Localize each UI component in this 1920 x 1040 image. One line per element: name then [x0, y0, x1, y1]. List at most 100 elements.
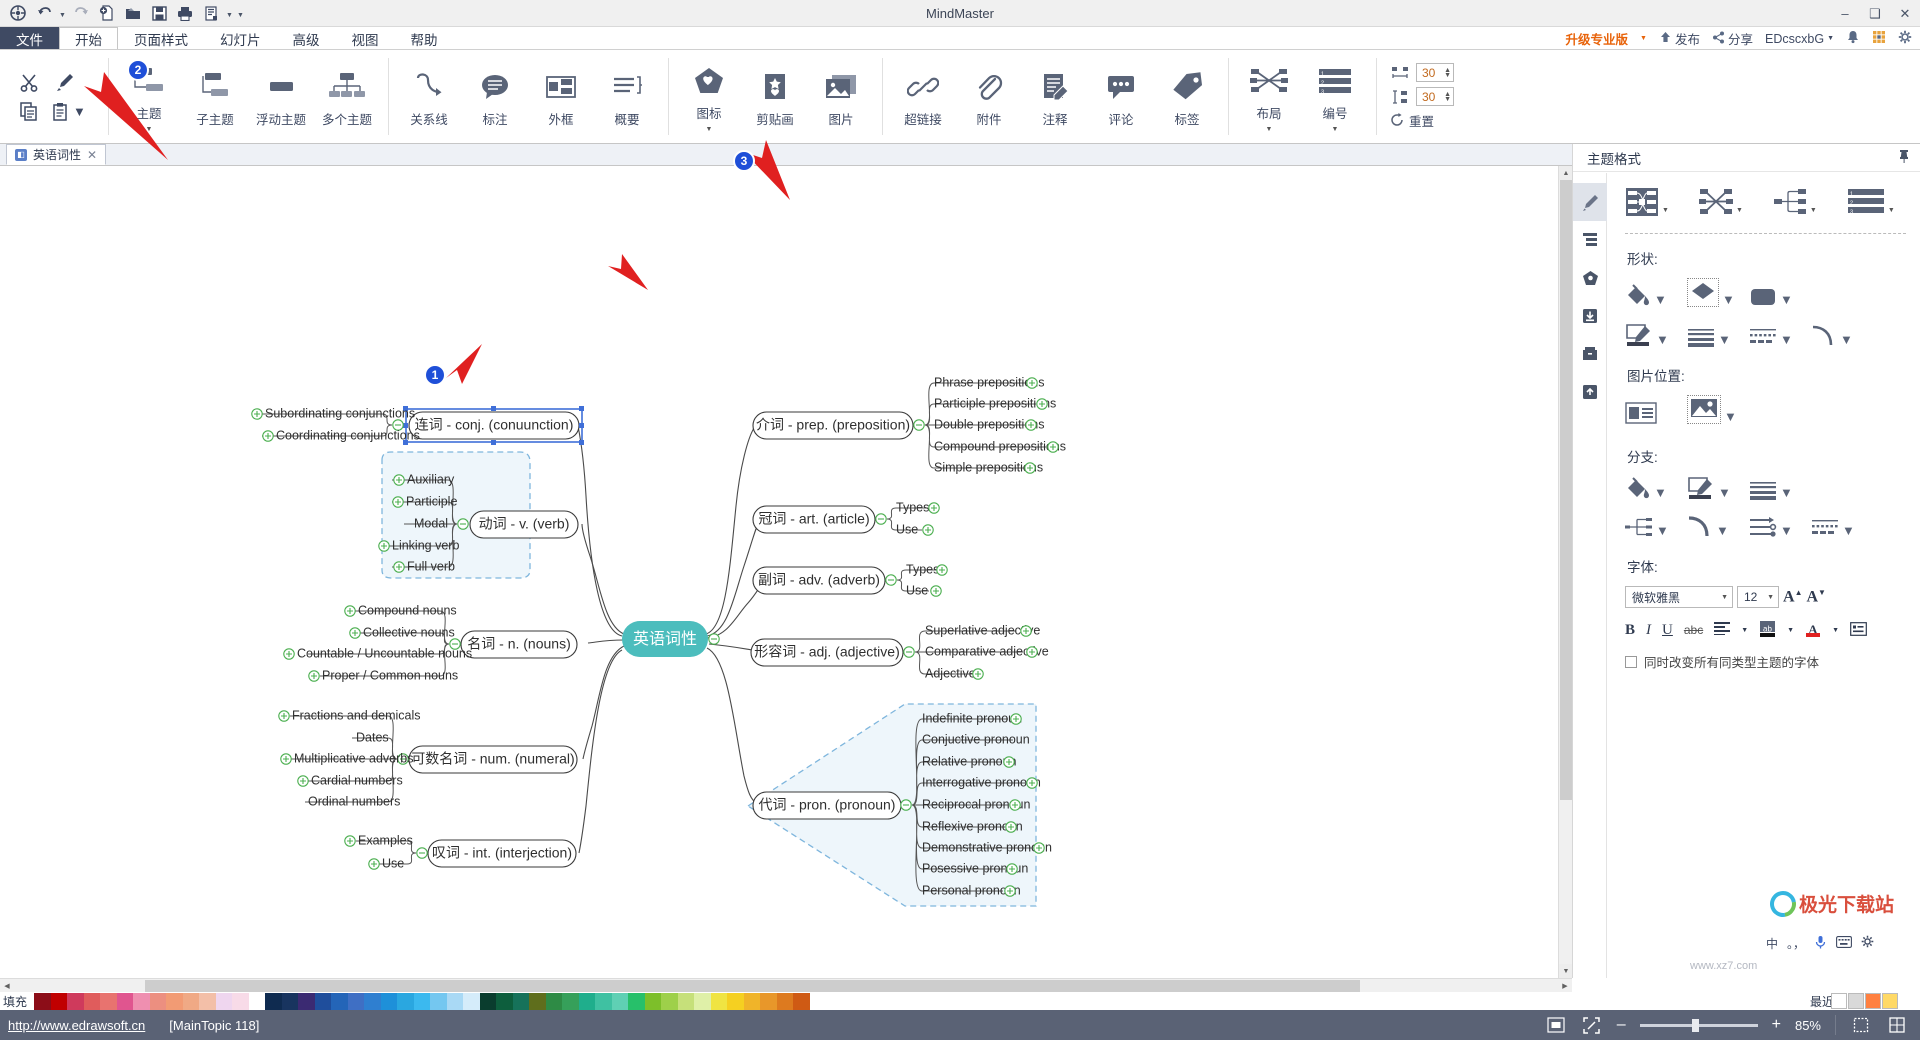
- summary-button[interactable]: 概要: [594, 50, 660, 143]
- theme-layout-icon[interactable]: ▼: [1625, 187, 1669, 217]
- color-swatch-38[interactable]: [661, 992, 678, 1010]
- expand-icon[interactable]: [1025, 419, 1037, 431]
- color-swatch-11[interactable]: [215, 992, 232, 1010]
- expand-icon[interactable]: [297, 775, 309, 787]
- node-center[interactable]: 英语词性: [622, 621, 720, 657]
- recent-color-swatch-1[interactable]: [1848, 993, 1864, 1009]
- branch-arrow-caret[interactable]: ▼: [1780, 523, 1793, 538]
- redo-icon[interactable]: [69, 2, 93, 24]
- color-swatch-19[interactable]: [347, 992, 364, 1010]
- print-icon[interactable]: [173, 2, 197, 24]
- color-swatch-16[interactable]: [298, 992, 315, 1010]
- color-swatch-21[interactable]: [380, 992, 397, 1010]
- insert-topic-button[interactable]: 主题 ▼: [116, 50, 182, 143]
- numbering-layout-icon[interactable]: 1 2 3 ▼: [1847, 187, 1895, 217]
- collapse-interjection-icon[interactable]: [416, 847, 428, 859]
- export-tool[interactable]: [1573, 297, 1607, 335]
- branch-style-caret[interactable]: ▼: [1718, 485, 1731, 500]
- font-shrink-icon[interactable]: A▼: [1806, 588, 1825, 606]
- apps-grid-icon[interactable]: [1872, 30, 1886, 47]
- save-icon[interactable]: [147, 2, 171, 24]
- color-swatch-8[interactable]: [166, 992, 183, 1010]
- expand-icon[interactable]: [1004, 885, 1016, 897]
- map-layout-icon[interactable]: ▼: [1698, 187, 1743, 217]
- branch-shape-icon[interactable]: ▼: [1625, 516, 1687, 538]
- expand-icon[interactable]: [1020, 625, 1032, 637]
- expand-icon[interactable]: [349, 627, 361, 639]
- collapse-pronoun-icon[interactable]: [900, 799, 912, 811]
- color-swatch-15[interactable]: [281, 992, 298, 1010]
- account-caret-icon[interactable]: ▼: [1827, 35, 1834, 42]
- branch-fill-icon[interactable]: ▼: [1625, 476, 1687, 500]
- color-swatch-23[interactable]: [413, 992, 430, 1010]
- line-dash-icon[interactable]: ▼: [1749, 327, 1811, 347]
- shape-style-icon[interactable]: ▼: [1687, 278, 1749, 307]
- ime-lang[interactable]: 中: [1766, 935, 1778, 952]
- color-swatch-37[interactable]: [644, 992, 661, 1010]
- color-swatch-34[interactable]: [595, 992, 612, 1010]
- expand-icon[interactable]: [972, 668, 984, 680]
- color-swatch-46[interactable]: [793, 992, 810, 1010]
- color-swatch-42[interactable]: [727, 992, 744, 1010]
- color-swatch-36[interactable]: [628, 992, 645, 1010]
- strikethrough-button[interactable]: abc: [1684, 623, 1703, 637]
- expand-icon[interactable]: [278, 710, 290, 722]
- collapse-verb-icon[interactable]: [457, 518, 469, 530]
- font-size-caret[interactable]: ▼: [1767, 594, 1774, 601]
- menu-tab-help[interactable]: 帮助: [395, 27, 454, 49]
- branch-style-icon[interactable]: ▼: [1687, 476, 1749, 500]
- export-dropdown-caret[interactable]: ▼: [225, 2, 234, 24]
- collapse-adjective-icon[interactable]: [903, 646, 915, 658]
- expand-icon[interactable]: [1047, 441, 1059, 453]
- color-swatch-27[interactable]: [479, 992, 496, 1010]
- shape-rect-icon[interactable]: ▼: [1749, 287, 1811, 307]
- line-color-caret[interactable]: ▼: [1656, 332, 1669, 347]
- color-swatch-17[interactable]: [314, 992, 331, 1010]
- expand-icon[interactable]: [344, 835, 356, 847]
- color-swatch-7[interactable]: [149, 992, 166, 1010]
- color-swatch-20[interactable]: [364, 992, 381, 1010]
- color-swatch-43[interactable]: [743, 992, 760, 1010]
- fill-color-caret[interactable]: ▼: [1654, 292, 1667, 307]
- menu-tab-file[interactable]: 文件: [0, 27, 59, 49]
- node-interjection[interactable]: 叹词 - int. (interjection) Examples Use: [344, 833, 577, 870]
- expand-icon[interactable]: [928, 502, 940, 514]
- branch-curve-icon[interactable]: ▼: [1687, 516, 1749, 538]
- style-brush-tool[interactable]: [1573, 183, 1607, 221]
- expand-icon[interactable]: [262, 430, 274, 442]
- color-swatch-14[interactable]: [265, 992, 282, 1010]
- expand-icon[interactable]: [308, 670, 320, 682]
- align-caret[interactable]: ▼: [1741, 627, 1748, 634]
- color-swatch-39[interactable]: [677, 992, 694, 1010]
- color-swatch-13[interactable]: [248, 992, 265, 1010]
- insert-attachment-button[interactable]: 附件: [956, 50, 1022, 143]
- account-button[interactable]: EDcscxbG ▼: [1765, 32, 1834, 46]
- color-swatch-41[interactable]: [710, 992, 727, 1010]
- color-swatch-30[interactable]: [529, 992, 546, 1010]
- layout-button[interactable]: 布局 ▼: [1236, 50, 1302, 143]
- cut-button[interactable]: [12, 69, 46, 95]
- upgrade-caret-icon[interactable]: ▼: [1640, 35, 1647, 42]
- maximize-button[interactable]: ❑: [1860, 0, 1890, 27]
- highlight-icon[interactable]: ab: [1759, 620, 1776, 640]
- branch-fill-caret[interactable]: ▼: [1654, 485, 1667, 500]
- color-swatch-32[interactable]: [562, 992, 579, 1010]
- expand-icon[interactable]: [1036, 398, 1048, 410]
- fill-color-icon[interactable]: ▼: [1625, 283, 1687, 307]
- recent-color-swatch-0[interactable]: [1831, 993, 1847, 1009]
- insert-subtopic-button[interactable]: 子主题: [182, 50, 248, 143]
- insert-clipart-button[interactable]: 剪贴画: [742, 50, 808, 143]
- scroll-left-arrow[interactable]: ◀: [0, 979, 14, 993]
- node-adverb[interactable]: 副词 - adv. (adverb) Types Use: [752, 562, 948, 597]
- font-family-caret[interactable]: ▼: [1721, 594, 1728, 601]
- collapse-article-icon[interactable]: [875, 513, 887, 525]
- apply-same-type-font-checkbox[interactable]: [1625, 655, 1637, 668]
- archive-tool[interactable]: [1573, 335, 1607, 373]
- branch-weight-icon[interactable]: ▼: [1749, 480, 1811, 500]
- insert-tag-button[interactable]: 标签: [1154, 50, 1220, 143]
- layout-caret[interactable]: ▼: [1266, 126, 1273, 133]
- picture-fill-caret[interactable]: ▼: [1724, 409, 1737, 424]
- canvas-horizontal-scrollbar[interactable]: ◀ ▶: [0, 978, 1572, 992]
- org-layout-icon[interactable]: ▼: [1773, 187, 1817, 217]
- fit-page-icon[interactable]: [1545, 1014, 1567, 1036]
